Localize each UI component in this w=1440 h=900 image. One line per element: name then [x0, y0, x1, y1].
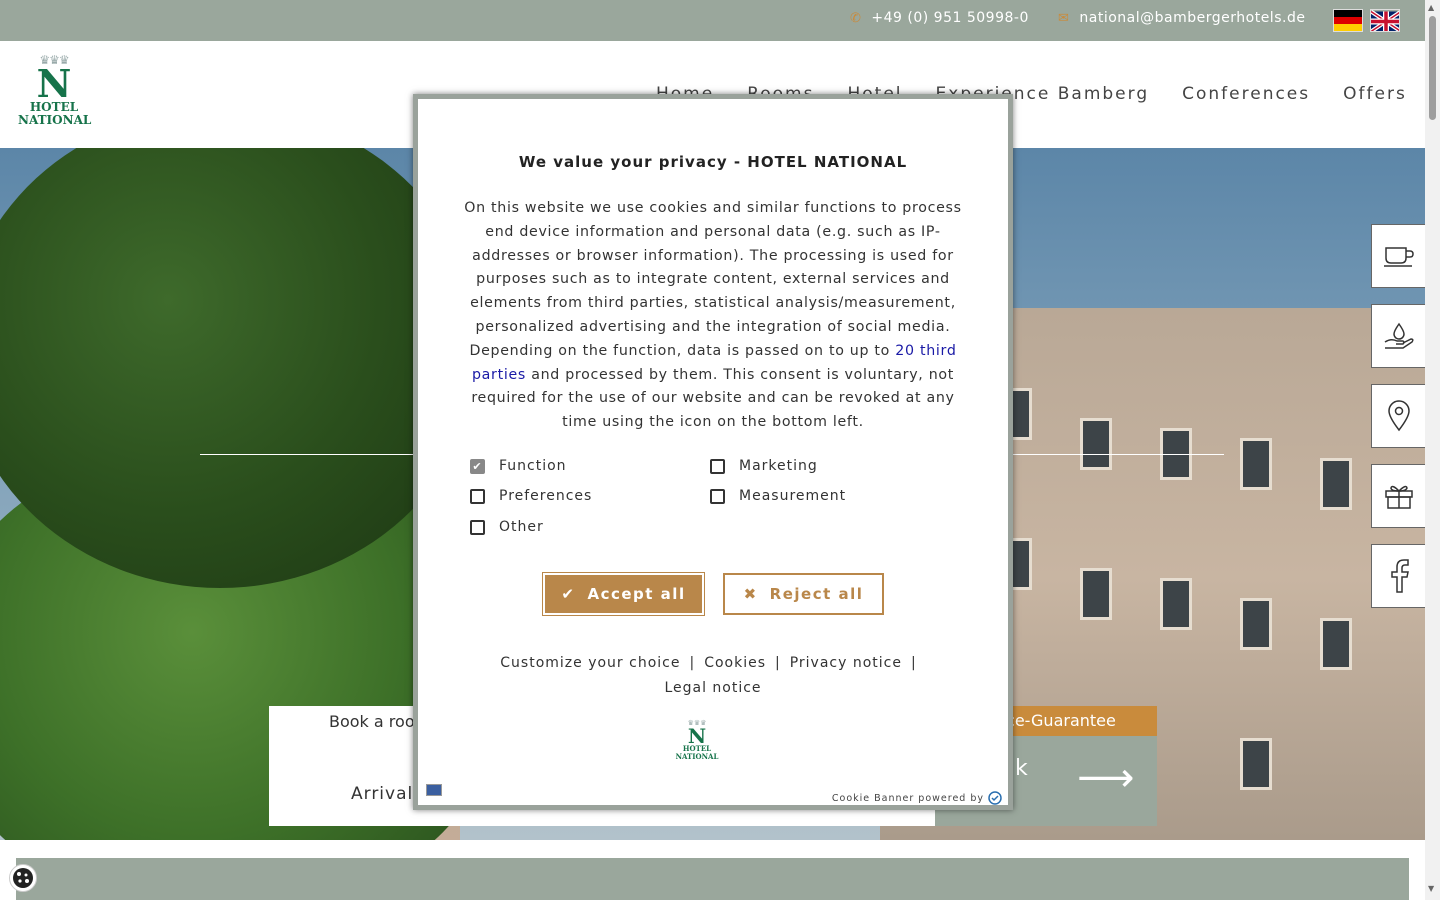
link-separator: |	[911, 655, 917, 671]
checkbox-empty-icon[interactable]	[710, 488, 725, 504]
checkbox-other-label: Other	[499, 519, 544, 535]
consent-body-text-2: and processed by them. This consent is v…	[471, 366, 955, 431]
legal-notice-link[interactable]: Legal notice	[664, 680, 761, 696]
gift-icon	[1384, 485, 1413, 509]
consent-title: We value your privacy - HOTEL NATIONAL	[518, 153, 908, 171]
phone-icon: ✆	[850, 10, 862, 26]
uk-flag-icon[interactable]	[1370, 9, 1400, 32]
side-spa-button[interactable]	[1371, 304, 1425, 368]
content-band	[16, 858, 1409, 900]
shield-check-icon	[988, 791, 1002, 805]
logo-line2: NATIONAL	[18, 113, 92, 127]
dialog-hotel-logo: ♛♛♛ N HOTEL NATIONAL	[672, 719, 722, 761]
checkbox-preferences[interactable]: Preferences	[470, 488, 592, 504]
consent-links: Customize your choice | Cookies | Privacy no…	[478, 651, 948, 701]
arrival-field[interactable]: Arrival	[351, 784, 413, 804]
checkbox-function[interactable]: ✔ Function	[470, 458, 567, 474]
link-separator: |	[775, 655, 781, 671]
side-coffee-button[interactable]	[1371, 224, 1425, 288]
phone-link[interactable]: ✆ +49 (0) 951 50998-0	[850, 10, 1029, 26]
privacy-notice-link[interactable]: Privacy notice	[790, 655, 902, 671]
coffee-cup-icon	[1383, 247, 1414, 267]
nav-offers[interactable]: Offers	[1343, 84, 1407, 104]
side-facebook-button[interactable]	[1371, 544, 1425, 608]
checkbox-empty-icon[interactable]	[710, 458, 725, 474]
cookie-settings-button[interactable]	[9, 864, 37, 892]
link-separator: |	[689, 655, 696, 671]
checkbox-marketing-label: Marketing	[739, 458, 818, 474]
nav-conferences[interactable]: Conferences	[1182, 84, 1310, 104]
arrow-right-icon[interactable]: ⟶	[1077, 758, 1134, 798]
powered-by[interactable]: Cookie Banner powered by	[832, 791, 1002, 805]
page-scrollbar[interactable]: ▲ ▼	[1425, 0, 1440, 900]
checkbox-measurement-label: Measurement	[739, 488, 847, 504]
checkbox-empty-icon[interactable]	[470, 519, 485, 535]
checkbox-empty-icon[interactable]	[470, 488, 485, 504]
phone-number: +49 (0) 951 50998-0	[871, 10, 1029, 26]
accept-all-label: Accept all	[587, 585, 686, 603]
booking-label: Book a roo	[329, 712, 415, 731]
cookie-icon	[13, 868, 33, 888]
side-gift-button[interactable]	[1371, 464, 1425, 528]
email-address: national@bambergerhotels.de	[1079, 10, 1306, 26]
location-pin-icon	[1387, 400, 1410, 432]
scrollbar-thumb[interactable]	[1429, 16, 1436, 120]
checkbox-function-label: Function	[499, 458, 567, 474]
scroll-down-icon[interactable]: ▼	[1428, 884, 1434, 893]
accept-all-button[interactable]: ✔ Accept all	[542, 572, 705, 616]
dialog-logo-line2: NATIONAL	[675, 752, 719, 761]
cookie-consent-dialog: We value your privacy - HOTEL NATIONAL O…	[413, 94, 1013, 810]
language-select-icon[interactable]	[426, 784, 442, 796]
hotel-logo[interactable]: ♛♛♛ N HOTEL NATIONAL	[18, 53, 92, 127]
checkbox-measurement[interactable]: Measurement	[710, 488, 846, 504]
close-icon: ✖	[743, 585, 758, 603]
cookies-link[interactable]: Cookies	[704, 655, 766, 671]
logo-letter: N	[36, 61, 72, 106]
reject-all-button[interactable]: ✖ Reject all	[723, 573, 884, 615]
checkbox-preferences-label: Preferences	[499, 488, 593, 504]
scroll-up-icon[interactable]: ▲	[1428, 3, 1434, 12]
checkmark-icon: ✔	[561, 585, 576, 603]
facebook-icon	[1390, 559, 1409, 593]
checkbox-other[interactable]: Other	[470, 519, 544, 535]
checkbox-marketing[interactable]: Marketing	[710, 458, 818, 474]
consent-body-text-1: On this website we use cookies and simil…	[464, 200, 962, 359]
powered-by-text: Cookie Banner powered by	[831, 792, 984, 804]
spa-icon	[1384, 322, 1414, 349]
customize-choice-link[interactable]: Customize your choice	[500, 655, 680, 671]
envelope-icon: ✉	[1058, 10, 1070, 26]
reject-all-label: Reject all	[769, 585, 864, 603]
german-flag-icon[interactable]	[1333, 9, 1363, 32]
email-link[interactable]: ✉ national@bambergerhotels.de	[1058, 10, 1305, 26]
checkbox-checked-icon[interactable]: ✔	[470, 458, 485, 474]
dialog-logo-letter: N	[687, 724, 707, 748]
top-contact-bar: ✆ +49 (0) 951 50998-0 ✉ national@bamberg…	[0, 0, 1425, 41]
side-location-button[interactable]	[1371, 384, 1425, 448]
consent-body: On this website we use cookies and simil…	[463, 197, 963, 435]
book-fragment: k	[1015, 756, 1028, 781]
